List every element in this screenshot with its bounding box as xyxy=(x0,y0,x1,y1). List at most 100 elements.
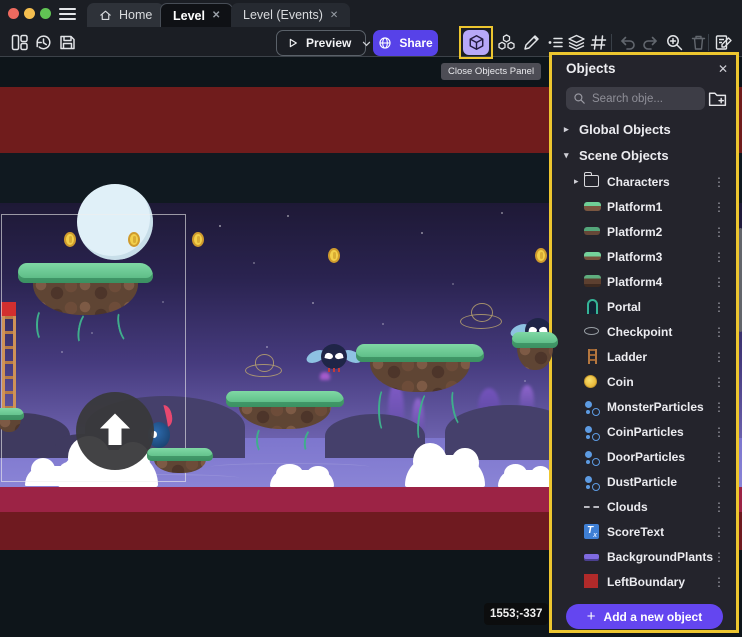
tab-level-events[interactable]: Level (Events) ✕ xyxy=(231,3,350,27)
chevron-right-icon[interactable]: ▸ xyxy=(574,176,584,187)
panel-layout-icon[interactable] xyxy=(10,33,29,52)
object-label: BackgroundPlants xyxy=(607,550,713,564)
edit-pencil-icon[interactable] xyxy=(522,33,541,52)
objects-panel-tool-button[interactable] xyxy=(463,30,489,55)
share-button[interactable]: Share xyxy=(373,30,438,56)
search-input[interactable] xyxy=(592,93,698,105)
kebab-menu-icon[interactable]: ⋮ xyxy=(713,300,725,314)
chevron-down-icon[interactable]: ▾ xyxy=(564,150,572,161)
close-tab-icon[interactable]: ✕ xyxy=(330,10,338,21)
object-row-clouds[interactable]: Clouds ⋮ xyxy=(552,494,736,519)
cursor-coordinates-badge: 1553;-337 xyxy=(484,603,548,625)
platform-object[interactable] xyxy=(356,344,484,392)
kebab-menu-icon[interactable]: ⋮ xyxy=(713,450,725,464)
preview-button[interactable]: Preview xyxy=(276,30,366,56)
preview-label: Preview xyxy=(306,36,351,50)
close-tab-icon[interactable]: ✕ xyxy=(212,10,220,21)
history-icon[interactable] xyxy=(34,33,53,52)
object-label: MonsterParticles xyxy=(607,400,704,414)
coin-icon xyxy=(584,375,597,388)
kebab-menu-icon[interactable]: ⋮ xyxy=(713,325,725,339)
platform-object[interactable] xyxy=(226,391,344,429)
kebab-menu-icon[interactable]: ⋮ xyxy=(713,275,725,289)
object-row-coinparticles[interactable]: CoinParticles ⋮ xyxy=(552,419,736,444)
dashes-icon xyxy=(584,506,599,508)
object-label: CoinParticles xyxy=(607,425,684,439)
object-row-dustparticle[interactable]: DustParticle ⋮ xyxy=(552,469,736,494)
monster-object[interactable] xyxy=(308,343,360,375)
object-row-platform1[interactable]: Platform1 ⋮ xyxy=(552,194,736,219)
tab-level[interactable]: Level ✕ xyxy=(160,3,233,27)
platform-thumbnail-icon xyxy=(584,252,601,260)
cloud-object[interactable] xyxy=(498,470,554,487)
object-row-doorparticles[interactable]: DoorParticles ⋮ xyxy=(552,444,736,469)
object-groups-icon[interactable] xyxy=(497,33,516,52)
object-row-checkpoint[interactable]: Checkpoint ⋮ xyxy=(552,319,736,344)
hamburger-menu-icon[interactable] xyxy=(59,8,76,20)
section-global-objects[interactable]: ▸ Global Objects xyxy=(564,122,671,137)
cloud-object[interactable] xyxy=(270,470,334,487)
chevron-right-icon[interactable]: ▸ xyxy=(564,124,572,135)
kebab-menu-icon[interactable]: ⋮ xyxy=(713,550,725,564)
tooltip: Close Objects Panel xyxy=(441,63,541,80)
preview-dropdown-button[interactable] xyxy=(361,38,372,49)
object-row-monsterparticles[interactable]: MonsterParticles ⋮ xyxy=(552,394,736,419)
object-row-characters[interactable]: ▸ Characters ⋮ xyxy=(552,169,736,194)
kebab-menu-icon[interactable]: ⋮ xyxy=(713,475,725,489)
object-row-ladder[interactable]: Ladder ⋮ xyxy=(552,344,736,369)
object-label: Platform1 xyxy=(607,200,662,214)
close-panel-icon[interactable]: ✕ xyxy=(718,62,728,76)
platform-thumbnail-icon xyxy=(584,202,601,211)
object-row-scoretext[interactable]: ScoreText ⋮ xyxy=(552,519,736,544)
kebab-menu-icon[interactable]: ⋮ xyxy=(713,350,725,364)
layers-icon[interactable] xyxy=(567,33,586,52)
add-new-object-button[interactable]: + Add a new object xyxy=(566,604,723,629)
zoom-in-icon[interactable] xyxy=(665,33,684,52)
search-box[interactable] xyxy=(566,87,705,110)
object-row-platform2[interactable]: Platform2 ⋮ xyxy=(552,219,736,244)
save-icon[interactable] xyxy=(58,33,77,52)
object-row-portal[interactable]: Portal ⋮ xyxy=(552,294,736,319)
instances-list-icon[interactable] xyxy=(546,33,565,52)
coin-object[interactable] xyxy=(328,248,340,263)
kebab-menu-icon[interactable]: ⋮ xyxy=(713,200,725,214)
cloud-object[interactable] xyxy=(405,455,485,487)
folder-icon xyxy=(584,175,599,187)
particles-icon xyxy=(584,449,601,466)
section-scene-objects[interactable]: ▾ Scene Objects xyxy=(564,148,669,163)
coin-object[interactable] xyxy=(192,232,204,247)
kebab-menu-icon[interactable]: ⋮ xyxy=(713,375,725,389)
tab-home[interactable]: Home xyxy=(87,3,164,27)
object-label: Platform4 xyxy=(607,275,662,289)
redo-icon[interactable] xyxy=(641,33,660,52)
traffic-light-zoom-icon[interactable] xyxy=(40,8,51,19)
kebab-menu-icon[interactable]: ⋮ xyxy=(713,175,725,189)
coin-object[interactable] xyxy=(535,248,547,263)
trash-icon[interactable] xyxy=(689,33,708,52)
ufo-doodle[interactable] xyxy=(245,354,282,379)
kebab-menu-icon[interactable]: ⋮ xyxy=(713,575,725,589)
traffic-light-minimize-icon[interactable] xyxy=(24,8,35,19)
object-label: Platform3 xyxy=(607,250,662,264)
scene-properties-icon[interactable] xyxy=(714,33,733,52)
undo-icon[interactable] xyxy=(618,33,637,52)
divider xyxy=(611,34,612,51)
monster-feet xyxy=(328,368,340,372)
kebab-menu-icon[interactable]: ⋮ xyxy=(713,400,725,414)
add-folder-icon[interactable] xyxy=(707,88,728,109)
kebab-menu-icon[interactable]: ⋮ xyxy=(713,525,725,539)
object-row-platform3[interactable]: Platform3 ⋮ xyxy=(552,244,736,269)
ufo-doodle[interactable] xyxy=(460,303,502,331)
object-row-backgroundplants[interactable]: BackgroundPlants ⋮ xyxy=(552,544,736,569)
kebab-menu-icon[interactable]: ⋮ xyxy=(713,500,725,514)
kebab-menu-icon[interactable]: ⋮ xyxy=(713,250,725,264)
grid-icon[interactable] xyxy=(589,33,608,52)
kebab-menu-icon[interactable]: ⋮ xyxy=(713,225,725,239)
object-row-platform4[interactable]: Platform4 ⋮ xyxy=(552,269,736,294)
object-row-leftboundary[interactable]: LeftBoundary ⋮ xyxy=(552,569,736,594)
app-window: Home Level ✕ Level (Events) ✕ Preview Sh… xyxy=(0,0,742,637)
platform-thumbnail-icon xyxy=(584,275,601,287)
object-row-coin[interactable]: Coin ⋮ xyxy=(552,369,736,394)
traffic-light-close-icon[interactable] xyxy=(8,8,19,19)
kebab-menu-icon[interactable]: ⋮ xyxy=(713,425,725,439)
